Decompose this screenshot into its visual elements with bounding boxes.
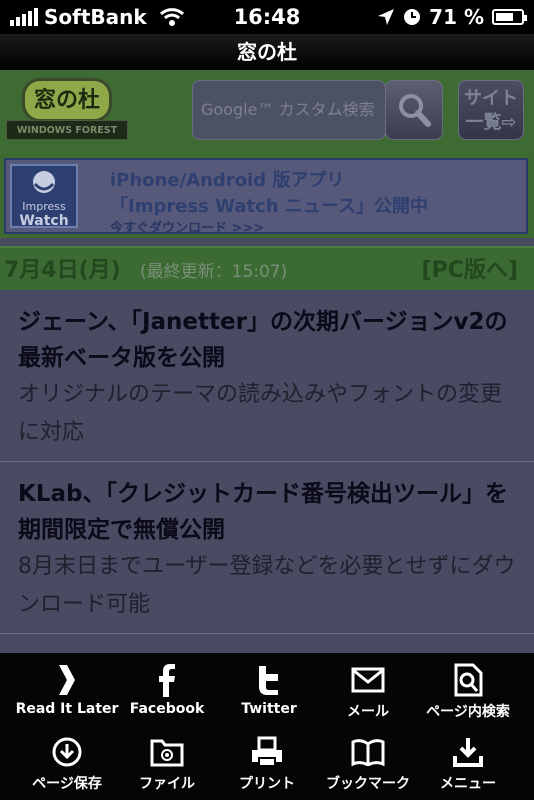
toolbar-label: プリント — [239, 776, 295, 792]
web-content[interactable]: 窓の杜 WINDOWS FOREST Google™ カスタム検索 サイト 一覧… — [0, 70, 534, 653]
bookmark-button[interactable]: ブックマーク — [315, 735, 421, 793]
file-button[interactable]: ファイル — [114, 735, 220, 793]
toolbar-label: ページ内検索 — [426, 704, 510, 720]
toolbar-label: メール — [347, 704, 389, 720]
toolbar-label: Twitter — [241, 701, 297, 717]
page-title: 窓の杜 — [0, 34, 534, 70]
toolbar-label: ページ保存 — [32, 776, 102, 792]
status-bar: SoftBank 16:48 71 % — [0, 0, 534, 34]
date-label: 7月4日(月) — [4, 258, 121, 283]
article-title: ジェーン、「Janetter」の次期バージョンv2の最新ベータ版を公開 — [18, 309, 508, 371]
print-icon — [252, 736, 282, 767]
banner-line1: iPhone/Android 版アプリ — [110, 170, 345, 191]
article-summary: 8月末日までユーザー登録などを必要とせずにダウンロード可能 — [18, 554, 516, 617]
twitter-icon — [259, 666, 278, 695]
twitter-button[interactable]: Twitter — [216, 663, 322, 717]
mail-icon — [351, 667, 385, 693]
article-title: KLab、「クレジットカード番号検出ツール」を期間限定で無償公開 — [18, 481, 508, 543]
banner-box: Impress Watch iPhone/Android 版アプリ 「Impre… — [4, 158, 528, 236]
article-summary: オリジナルのテーマの読み込みやフォントの変更に対応 — [18, 382, 503, 445]
impress-logo-line1: Impress — [22, 200, 66, 213]
facebook-icon — [159, 664, 175, 697]
read-it-later-icon — [59, 665, 75, 695]
toolbar-label: Read It Later — [15, 701, 119, 717]
toolbar-label: Facebook — [129, 701, 205, 717]
impress-watch-logo: Impress Watch — [10, 164, 78, 229]
search-input[interactable]: Google™ カスタム検索 — [192, 80, 386, 140]
date-bar: 7月4日(月) (最終更新：15:07) [PC版へ] — [0, 246, 534, 290]
article-item[interactable] — [0, 634, 534, 653]
app-promo-banner[interactable]: Impress Watch iPhone/Android 版アプリ 「Impre… — [0, 154, 534, 238]
toolbar-label: ファイル — [139, 776, 195, 792]
logo-text: 窓の杜 — [22, 78, 112, 122]
action-toolbar: Read It Later Facebook Twitter メール ページ内検… — [0, 653, 534, 800]
menu-button[interactable]: メニュー — [415, 735, 521, 793]
battery-percent: 71 % — [429, 5, 484, 29]
article-item[interactable]: ジェーン、「Janetter」の次期バージョンv2の最新ベータ版を公開 オリジナ… — [0, 290, 534, 462]
location-arrow-icon — [378, 9, 395, 25]
sitemap-label-line2: 一覧⇨ — [465, 112, 517, 133]
menu-icon — [453, 738, 483, 767]
bookmark-icon — [351, 739, 385, 766]
battery-icon — [492, 9, 527, 25]
banner-line2: 「Impress Watch ニュース」公開中 — [110, 196, 428, 217]
toolbar-label: ブックマーク — [326, 776, 410, 792]
site-logo[interactable]: 窓の杜 WINDOWS FOREST — [6, 78, 128, 140]
banner-download-link[interactable]: 今すぐダウンロード >>> — [110, 217, 264, 236]
save-page-icon — [52, 737, 82, 767]
toolbar-label: メニュー — [440, 776, 496, 792]
print-button[interactable]: プリント — [214, 735, 320, 793]
sitemap-label-line1: サイト — [464, 88, 518, 109]
facebook-button[interactable]: Facebook — [114, 663, 220, 717]
last-updated: (最終更新：15:07) — [140, 262, 288, 282]
pc-version-link[interactable]: [PC版へ] — [422, 252, 518, 284]
mail-button[interactable]: メール — [315, 663, 421, 721]
sitemap-button[interactable]: サイト 一覧⇨ — [458, 80, 524, 140]
save-page-button[interactable]: ページ保存 — [14, 735, 120, 793]
find-in-page-button[interactable]: ページ内検索 — [415, 663, 521, 721]
find-in-page-icon — [454, 663, 483, 697]
spacer — [0, 238, 534, 246]
search-icon — [399, 94, 431, 127]
read-it-later-button[interactable]: Read It Later — [14, 663, 120, 717]
article-item[interactable]: KLab、「クレジットカード番号検出ツール」を期間限定で無償公開 8月末日までユ… — [0, 462, 534, 634]
status-right: 71 % — [377, 5, 527, 29]
site-header: 窓の杜 WINDOWS FOREST Google™ カスタム検索 サイト 一覧… — [0, 70, 534, 154]
impress-logo-line2: Watch — [19, 213, 69, 229]
alarm-clock-icon — [404, 9, 421, 25]
folder-icon — [150, 739, 184, 767]
impress-logo-icon — [33, 171, 55, 193]
search-button[interactable] — [385, 80, 443, 140]
logo-subtext: WINDOWS FOREST — [6, 120, 128, 140]
